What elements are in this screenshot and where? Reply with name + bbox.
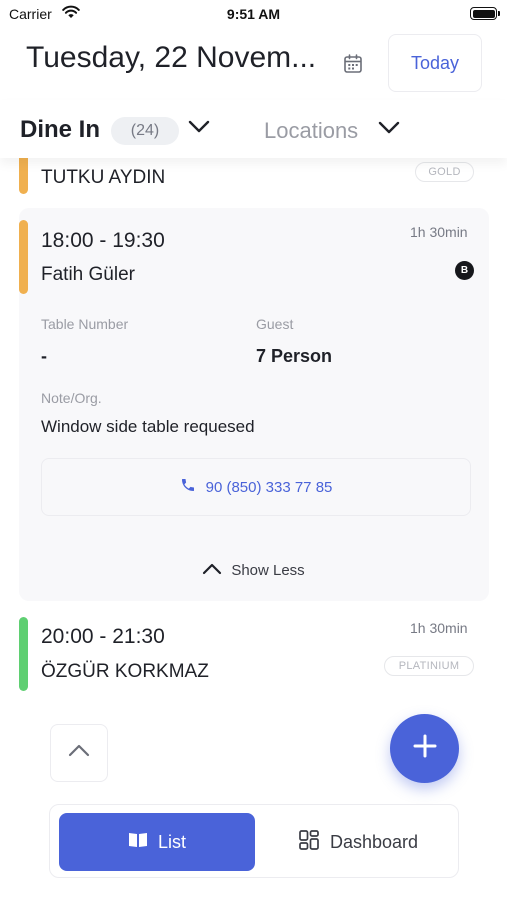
chevron-down-icon[interactable]	[188, 120, 210, 139]
tier-badge: GOLD	[415, 162, 474, 182]
bottom-view-switcher: List Dashboard	[49, 804, 459, 878]
tab-list-label: List	[157, 831, 186, 852]
filter-row: Dine In (24) Locations	[0, 100, 507, 158]
phone-number: 90 (850) 333 77 85	[205, 478, 333, 496]
chevron-up-icon	[202, 562, 222, 579]
show-less-toggle[interactable]: Show Less	[0, 562, 507, 579]
guest-label: Guest	[256, 316, 294, 332]
status-accent-bar	[19, 220, 28, 294]
reservation-duration: 1h 30min	[410, 224, 468, 240]
tab-dashboard-label: Dashboard	[329, 831, 419, 852]
reservation-time: 18:00 - 19:30	[41, 229, 165, 252]
dashboard-icon	[298, 829, 320, 856]
chevron-down-icon[interactable]	[378, 121, 400, 140]
guest-name: TUTKU AYDIN	[41, 167, 166, 188]
chevron-up-icon	[68, 744, 90, 762]
reservation-list[interactable]: TUTKU AYDIN GOLD 18:00 - 19:30 1h 30min …	[0, 158, 507, 900]
reservation-time: 20:00 - 21:30	[41, 625, 165, 648]
plus-icon	[412, 733, 438, 764]
status-bar: Carrier 9:51 AM	[0, 0, 507, 28]
dine-in-filter[interactable]: Dine In	[20, 116, 100, 144]
tab-dashboard[interactable]: Dashboard	[260, 813, 456, 871]
table-number-label: Table Number	[41, 316, 129, 332]
show-less-label: Show Less	[231, 562, 305, 579]
phone-call-button[interactable]: 90 (850) 333 77 85	[41, 458, 471, 516]
booking-source-badge: B	[455, 261, 474, 280]
reservation-duration: 1h 30min	[410, 620, 468, 636]
phone-icon	[180, 477, 196, 497]
status-time: 9:51 AM	[226, 6, 281, 22]
calendar-icon[interactable]	[342, 53, 364, 75]
tier-badge: PLATINIUM	[384, 656, 474, 676]
battery-icon	[470, 7, 500, 20]
tab-list[interactable]: List	[59, 813, 255, 871]
status-accent-bar	[19, 158, 28, 194]
guest-name: ÖZGÜR KORKMAZ	[41, 661, 209, 682]
scroll-to-top-button[interactable]	[50, 724, 108, 782]
guest-count-value: 7 Person	[256, 346, 333, 366]
table-number-value: -	[41, 346, 47, 366]
dine-in-count-badge: (24)	[111, 117, 179, 145]
date-title[interactable]: Tuesday, 22 Novem...	[26, 41, 326, 75]
book-icon	[128, 831, 148, 854]
note-value: Window side table requesed	[41, 417, 255, 436]
today-button[interactable]: Today	[388, 34, 482, 92]
status-accent-bar	[19, 617, 28, 691]
guest-name: Fatih Güler	[41, 264, 135, 285]
add-reservation-button[interactable]	[390, 714, 459, 783]
locations-filter[interactable]: Locations	[264, 118, 358, 144]
note-label: Note/Org.	[41, 390, 102, 406]
